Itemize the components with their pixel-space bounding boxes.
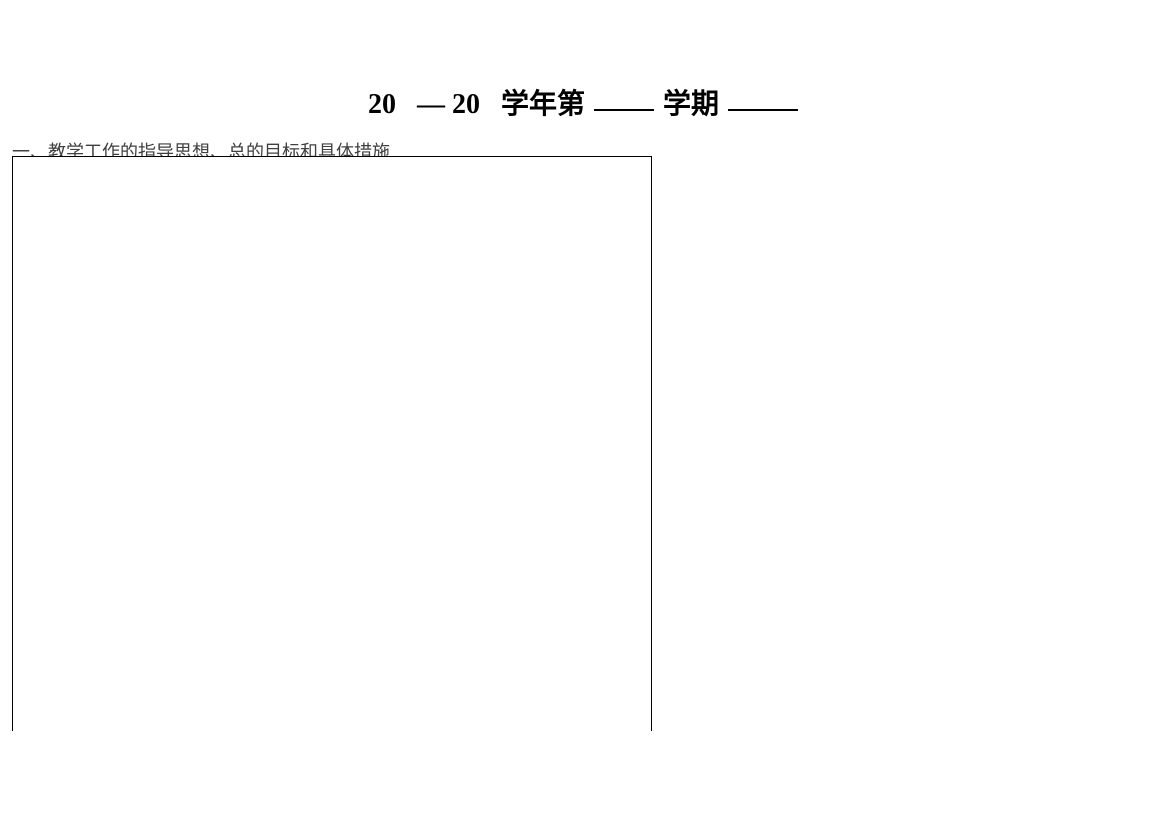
semester-text: 学期 (663, 89, 719, 120)
dash-separator: — (417, 89, 445, 120)
academic-year-text: 学年第 (501, 89, 585, 120)
semester-number-blank (594, 109, 654, 111)
trailing-blank (728, 109, 798, 111)
page-title: 20 — 20 学年第 学期 (0, 82, 1168, 122)
year-prefix-2: 20 (452, 89, 480, 120)
content-entry-box (12, 156, 652, 731)
year-prefix-1: 20 (368, 89, 396, 120)
